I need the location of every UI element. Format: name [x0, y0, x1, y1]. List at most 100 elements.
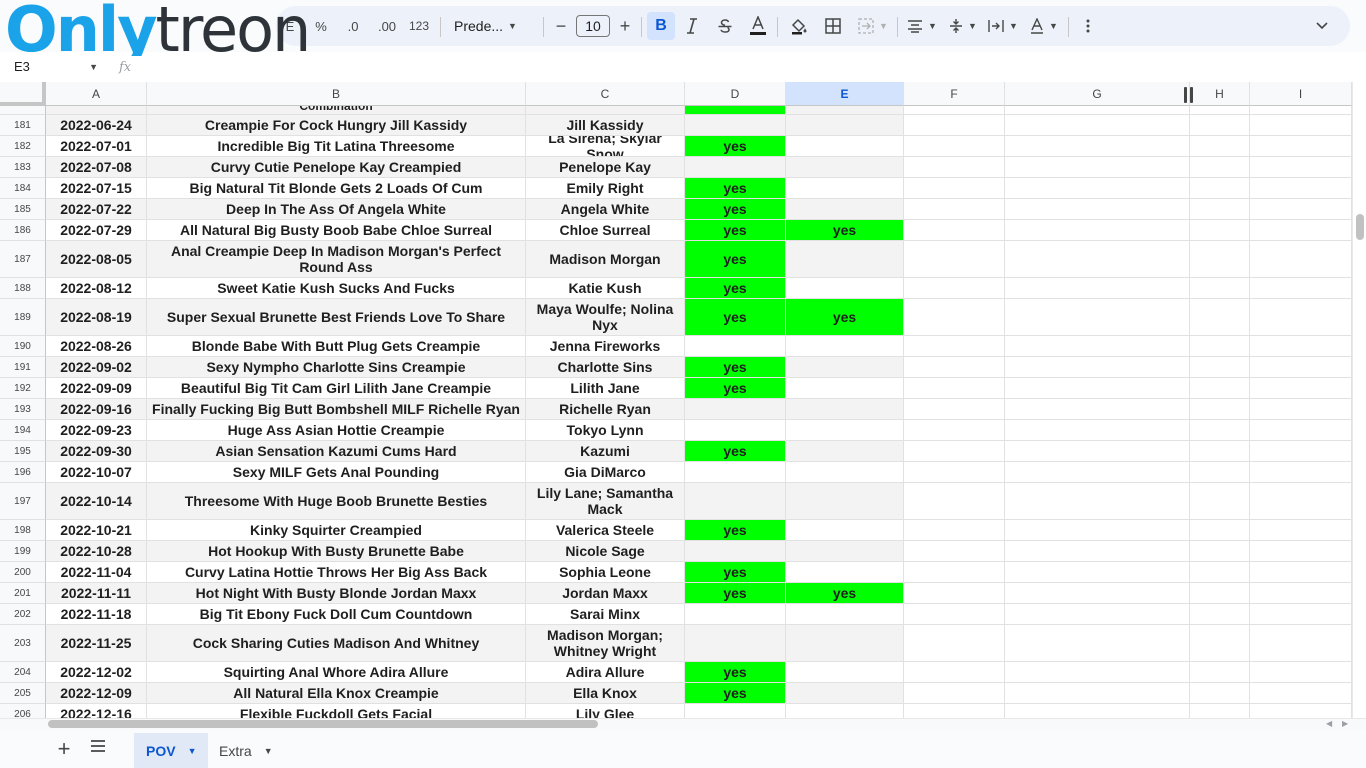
row-number[interactable]: 190: [0, 336, 46, 357]
cell-empty[interactable]: [1005, 604, 1190, 625]
horizontal-scroll-thumb[interactable]: [48, 720, 598, 728]
select-all-corner[interactable]: [0, 82, 46, 106]
cell-empty[interactable]: [1005, 562, 1190, 583]
row-number[interactable]: 181: [0, 115, 46, 136]
cell-empty[interactable]: [1250, 199, 1352, 220]
cell-empty[interactable]: [1190, 278, 1250, 299]
cell-empty[interactable]: [1250, 115, 1352, 136]
cell-empty[interactable]: [1005, 441, 1190, 462]
column-header-c[interactable]: C: [526, 82, 685, 106]
cell-empty[interactable]: [1190, 399, 1250, 420]
cell-d[interactable]: yes: [685, 178, 786, 199]
cell-title[interactable]: All Natural Ella Knox Creampie: [147, 683, 526, 704]
cell-empty[interactable]: [1190, 157, 1250, 178]
cell-empty[interactable]: [904, 357, 1005, 378]
cell-title[interactable]: Blonde Babe With Butt Plug Gets Creampie: [147, 336, 526, 357]
cell-date[interactable]: 2022-08-26: [46, 336, 147, 357]
cell-d[interactable]: [685, 483, 786, 520]
cell-d[interactable]: yes: [685, 278, 786, 299]
cell-empty[interactable]: [1250, 357, 1352, 378]
cell-empty[interactable]: [1005, 106, 1190, 115]
row-number[interactable]: 198: [0, 520, 46, 541]
cell-d[interactable]: yes: [685, 220, 786, 241]
cell-title[interactable]: Cock Sharing Cuties Madison And Whitney: [147, 625, 526, 662]
cell-empty[interactable]: [904, 106, 1005, 115]
cell-d[interactable]: [685, 157, 786, 178]
font-family-select[interactable]: Prede... ▼: [454, 14, 534, 38]
decrease-decimal-button[interactable]: .0: [339, 14, 367, 38]
cell-empty[interactable]: [1005, 399, 1190, 420]
sheet-tab-pov[interactable]: POV ▼: [134, 733, 208, 768]
cell-d[interactable]: yes: [685, 441, 786, 462]
cell-empty[interactable]: [1250, 483, 1352, 520]
cell-title[interactable]: Asian Sensation Kazumi Cums Hard: [147, 441, 526, 462]
cell-empty[interactable]: [1190, 420, 1250, 441]
cell-e[interactable]: [786, 241, 904, 278]
cell-e[interactable]: [786, 136, 904, 157]
cell-empty[interactable]: [904, 399, 1005, 420]
column-header-e[interactable]: E: [786, 82, 904, 106]
sheet-tab-extra[interactable]: Extra ▼: [207, 733, 287, 768]
cell-performer[interactable]: Lilith Jane: [526, 378, 685, 399]
cell-performer[interactable]: Madison Morgan; Whitney Wright: [526, 625, 685, 662]
cell-title[interactable]: Curvy Latina Hottie Throws Her Big Ass B…: [147, 562, 526, 583]
cell-empty[interactable]: [904, 278, 1005, 299]
cell-empty[interactable]: [1250, 336, 1352, 357]
cell-d[interactable]: yes: [685, 299, 786, 336]
cell-empty[interactable]: [904, 336, 1005, 357]
cell-title[interactable]: Kinky Squirter Creampied: [147, 520, 526, 541]
cell-empty[interactable]: [1250, 541, 1352, 562]
cell-empty[interactable]: [1190, 662, 1250, 683]
cell-date[interactable]: 2022-12-16: [46, 704, 147, 718]
cell-title[interactable]: Beautiful Big Tit Cam Girl Lilith Jane C…: [147, 378, 526, 399]
format-percent-button[interactable]: %: [309, 14, 333, 38]
cell-title[interactable]: Sexy MILF Gets Anal Pounding: [147, 462, 526, 483]
row-number[interactable]: 192: [0, 378, 46, 399]
cell-empty[interactable]: [1190, 541, 1250, 562]
cell-empty[interactable]: [904, 241, 1005, 278]
cell-d[interactable]: [685, 704, 786, 718]
cell-d[interactable]: yes: [685, 662, 786, 683]
cell-empty[interactable]: [1250, 441, 1352, 462]
cell-performer[interactable]: Valerica Steele: [526, 520, 685, 541]
italic-button[interactable]: [681, 14, 703, 38]
row-number[interactable]: 202: [0, 604, 46, 625]
row-number[interactable]: 188: [0, 278, 46, 299]
cell-empty[interactable]: [1250, 420, 1352, 441]
scroll-left-icon[interactable]: ◀: [1326, 719, 1332, 728]
cell-d[interactable]: [685, 115, 786, 136]
cell-d[interactable]: [685, 541, 786, 562]
cell-date[interactable]: 2022-09-23: [46, 420, 147, 441]
cell-performer[interactable]: Katie Kush: [526, 278, 685, 299]
row-number[interactable]: 185: [0, 199, 46, 220]
column-header-h[interactable]: H: [1190, 82, 1250, 106]
cell-e[interactable]: [786, 336, 904, 357]
cell-date[interactable]: 2022-12-02: [46, 662, 147, 683]
cell-title[interactable]: Threesome With Huge Boob Brunette Bestie…: [147, 483, 526, 520]
cell-d[interactable]: yes: [685, 583, 786, 604]
row-number[interactable]: 201: [0, 583, 46, 604]
horizontal-align-button[interactable]: ▼: [905, 14, 939, 38]
freeze-columns-handle[interactable]: [1184, 87, 1194, 103]
row-number[interactable]: 187: [0, 241, 46, 278]
cell-empty[interactable]: [1250, 220, 1352, 241]
cell-empty[interactable]: [1190, 483, 1250, 520]
row-number[interactable]: 206: [0, 704, 46, 718]
cell-empty[interactable]: [1005, 278, 1190, 299]
cell-date[interactable]: 2022-12-09: [46, 683, 147, 704]
row-number[interactable]: 204: [0, 662, 46, 683]
cell-empty[interactable]: [1005, 662, 1190, 683]
cell-empty[interactable]: [1005, 336, 1190, 357]
row-number[interactable]: 195: [0, 441, 46, 462]
cell-performer[interactable]: Ella Knox: [526, 683, 685, 704]
cell-date[interactable]: 2022-06-24: [46, 115, 147, 136]
cell-performer[interactable]: Jenna Fireworks: [526, 336, 685, 357]
cell-empty[interactable]: [1250, 241, 1352, 278]
cell-empty[interactable]: [904, 420, 1005, 441]
cell-date[interactable]: 2022-09-30: [46, 441, 147, 462]
row-number[interactable]: 196: [0, 462, 46, 483]
more-formats-button[interactable]: 123: [405, 14, 433, 38]
cell-empty[interactable]: [1250, 278, 1352, 299]
cell-empty[interactable]: [1005, 220, 1190, 241]
cell-d[interactable]: yes: [685, 683, 786, 704]
